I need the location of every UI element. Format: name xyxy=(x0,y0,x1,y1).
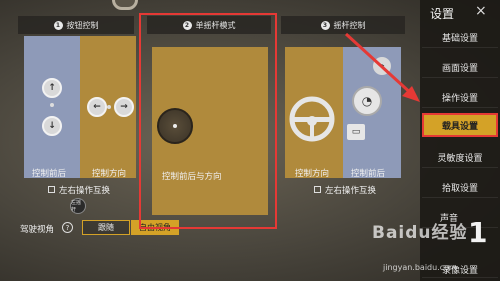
forward-back-label: 控制前后 xyxy=(351,169,386,179)
arrow-left-icon[interactable]: ← xyxy=(87,97,107,117)
center-dot xyxy=(107,105,111,109)
sidebar-item-pickup[interactable]: 拾取设置 xyxy=(422,178,498,198)
arrow-right-icon[interactable]: → xyxy=(114,97,134,117)
sidebar-item-sensitivity[interactable]: 灵敏度设置 xyxy=(422,148,498,168)
help-icon[interactable]: ? xyxy=(62,222,73,233)
center-dot xyxy=(50,103,54,107)
panel-title: 单摇杆模式 xyxy=(195,20,236,30)
sidebar-item-controls[interactable]: 操作设置 xyxy=(422,88,498,108)
speedometer-icon[interactable]: ◔ xyxy=(352,86,382,116)
brake-icon[interactable]: ▭ xyxy=(347,124,365,140)
joystick-toggle-icon[interactable]: 左摇杆 xyxy=(70,198,86,214)
watermark-url: jingyan.baidu.com xyxy=(383,263,457,272)
swap-label: 左右操作互换 xyxy=(59,186,111,196)
joystick-icon[interactable] xyxy=(157,108,193,144)
steering-wheel-icon[interactable] xyxy=(289,96,335,142)
sidebar-item-basic[interactable]: 基础设置 xyxy=(422,28,498,48)
sidebar-title: 设置 xyxy=(430,7,455,21)
swap-label: 左右操作互换 xyxy=(325,186,377,196)
big-number: 1 xyxy=(468,216,488,249)
direction-label: 控制方向 xyxy=(295,169,330,179)
close-icon[interactable]: × xyxy=(475,3,487,19)
swap-checkbox[interactable] xyxy=(48,186,55,193)
driving-view-label: 驾驶视角 xyxy=(20,225,55,235)
arrow-up-icon[interactable]: ↑ xyxy=(42,78,62,98)
forward-back-label: 控制前后 xyxy=(32,169,67,179)
panel-header: 1 按钮控制 xyxy=(18,16,134,34)
arrow-down-icon[interactable]: ↓ xyxy=(42,116,62,136)
panel-header: 3 摇杆控制 xyxy=(281,16,405,34)
follow-view-button[interactable]: 跟随 xyxy=(82,220,130,235)
joystick-label: 控制前后与方向 xyxy=(162,172,222,182)
joystick-toggle-text: 左摇杆 xyxy=(71,200,82,213)
panel-number: 2 xyxy=(182,20,192,30)
panel-title: 摇杆控制 xyxy=(333,20,366,30)
sidebar-item-vehicle[interactable]: 载具设置 xyxy=(422,113,498,137)
panel-number: 3 xyxy=(320,20,330,30)
forward-back-zone xyxy=(24,36,80,178)
watermark: Baidu经验 xyxy=(372,223,468,243)
panel-number: 1 xyxy=(53,20,63,30)
panel-header: 2 单摇杆模式 xyxy=(147,16,271,34)
free-view-button[interactable]: 自由视角 xyxy=(131,220,179,235)
swap-checkbox[interactable] xyxy=(314,186,321,193)
sidebar-item-graphics[interactable]: 画面设置 xyxy=(422,58,498,78)
turbo-icon[interactable]: ⌁ xyxy=(373,57,391,75)
direction-label: 控制方向 xyxy=(92,169,127,179)
panel-title: 按钮控制 xyxy=(66,20,99,30)
